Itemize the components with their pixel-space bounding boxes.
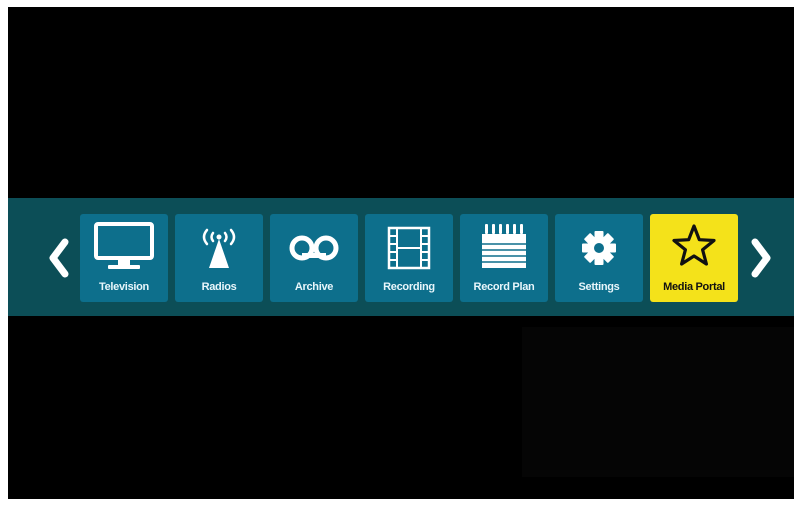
chevron-right-icon [751, 238, 771, 278]
tape-icon [270, 218, 358, 274]
menu-item-label: Media Portal [663, 281, 725, 293]
menu-item-media-portal[interactable]: Media Portal [650, 214, 738, 302]
calendar-icon [460, 218, 548, 274]
background-panel [522, 327, 794, 477]
gear-icon [555, 218, 643, 274]
star-icon [650, 218, 738, 274]
next-arrow-button[interactable] [748, 236, 774, 280]
menu-item-record-plan[interactable]: Record Plan [460, 214, 548, 302]
menu-item-label: Archive [294, 281, 334, 293]
menu-item-television[interactable]: Television [80, 214, 168, 302]
menu-item-label: Television [99, 281, 149, 293]
previous-arrow-button[interactable] [46, 236, 72, 280]
tv-screen: Television Radios Archive Recording Reco… [8, 7, 794, 499]
main-menu-bar: Television Radios Archive Recording Reco… [8, 198, 794, 316]
antenna-icon [175, 218, 263, 274]
menu-item-label: Recording [383, 281, 435, 293]
chevron-left-icon [49, 238, 69, 278]
menu-item-label: Radios [201, 281, 237, 293]
menu-item-settings[interactable]: Settings [555, 214, 643, 302]
film-icon [365, 218, 453, 274]
tv-icon [80, 218, 168, 274]
menu-item-recording[interactable]: Recording [365, 214, 453, 302]
menu-item-label: Record Plan [473, 281, 535, 293]
menu-item-label: Settings [578, 281, 620, 293]
menu-item-archive[interactable]: Archive [270, 214, 358, 302]
menu-item-radios[interactable]: Radios [175, 214, 263, 302]
